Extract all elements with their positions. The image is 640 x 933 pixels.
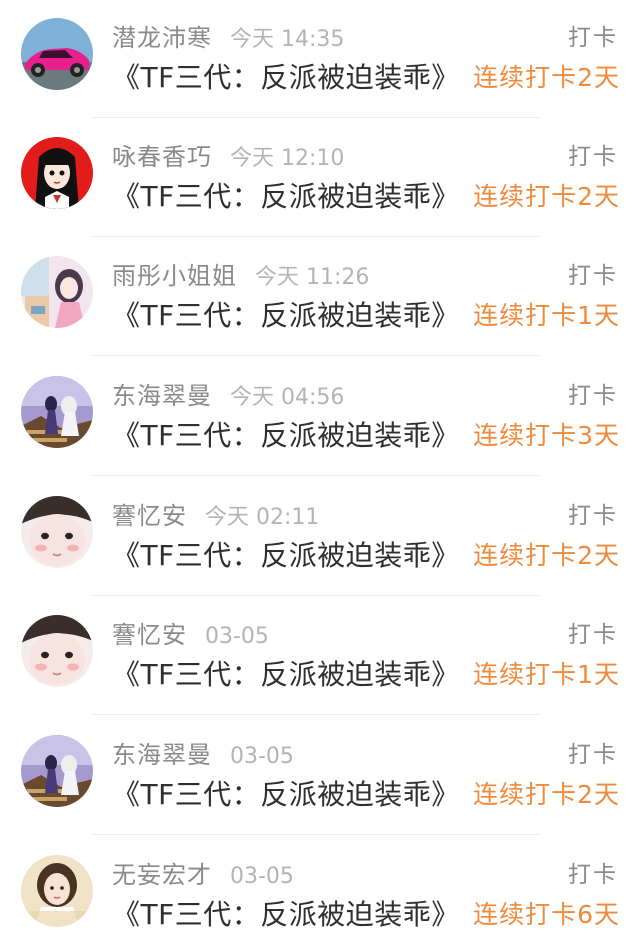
timestamp: 今天 12:10 <box>230 146 345 171</box>
streak-label: 连续打卡1天 <box>473 301 620 330</box>
action-label: 打卡 <box>568 25 618 51</box>
row-meta: 潜龙沛寒 今天 14:35 <box>112 18 344 54</box>
list-item[interactable]: 謇忆安 03-05 打卡 《TF三代：反派被迫装乖》 连续打卡1天 <box>0 597 640 717</box>
streak-label: 连续打卡2天 <box>473 182 620 211</box>
avatar[interactable] <box>21 137 93 209</box>
avatar[interactable] <box>21 256 93 328</box>
timestamp: 03-05 <box>230 744 294 769</box>
row-meta: 謇忆安 今天 02:11 <box>112 496 319 532</box>
topic-title[interactable]: 《TF三代：反派被迫装乖》 <box>112 175 460 215</box>
list-item[interactable]: 潜龙沛寒 今天 14:35 打卡 《TF三代：反派被迫装乖》 连续打卡2天 <box>0 0 640 120</box>
action-label: 打卡 <box>568 503 618 529</box>
row-meta: 东海翠曼 今天 04:56 <box>112 376 344 412</box>
topic-title[interactable]: 《TF三代：反派被迫装乖》 <box>112 294 460 334</box>
username[interactable]: 东海翠曼 <box>112 735 212 770</box>
streak-label: 连续打卡2天 <box>473 541 620 570</box>
topic-title[interactable]: 《TF三代：反派被迫装乖》 <box>112 773 460 813</box>
avatar[interactable] <box>21 496 93 568</box>
username[interactable]: 无妄宏才 <box>112 855 212 890</box>
divider <box>90 117 540 118</box>
username[interactable]: 謇忆安 <box>112 496 187 531</box>
timestamp: 今天 14:35 <box>230 27 345 52</box>
topic-title[interactable]: 《TF三代：反派被迫装乖》 <box>112 653 460 693</box>
checkin-list: 潜龙沛寒 今天 14:35 打卡 《TF三代：反派被迫装乖》 连续打卡2天 咏春… <box>0 0 640 933</box>
topic-title[interactable]: 《TF三代：反派被迫装乖》 <box>112 893 460 933</box>
divider <box>90 714 540 715</box>
avatar[interactable] <box>21 615 93 687</box>
action-label: 打卡 <box>568 622 618 648</box>
list-item[interactable]: 雨彤小姐姐 今天 11:26 打卡 《TF三代：反派被迫装乖》 连续打卡1天 <box>0 238 640 358</box>
action-label: 打卡 <box>568 144 618 170</box>
streak-label: 连续打卡1天 <box>473 660 620 689</box>
streak-label: 连续打卡6天 <box>473 900 620 929</box>
avatar[interactable] <box>21 855 93 927</box>
divider <box>90 595 540 596</box>
row-meta: 东海翠曼 03-05 <box>112 735 294 771</box>
action-label: 打卡 <box>568 862 618 888</box>
streak-label: 连续打卡2天 <box>473 63 620 92</box>
avatar[interactable] <box>21 735 93 807</box>
timestamp: 今天 11:26 <box>255 265 370 290</box>
username[interactable]: 潜龙沛寒 <box>112 18 212 53</box>
row-meta: 謇忆安 03-05 <box>112 615 269 651</box>
action-label: 打卡 <box>568 263 618 289</box>
divider <box>90 475 540 476</box>
list-item[interactable]: 东海翠曼 今天 04:56 打卡 《TF三代：反派被迫装乖》 连续打卡3天 <box>0 358 640 478</box>
timestamp: 03-05 <box>230 864 294 889</box>
streak-label: 连续打卡2天 <box>473 780 620 809</box>
timestamp: 今天 02:11 <box>205 505 320 530</box>
avatar[interactable] <box>21 18 93 90</box>
list-item[interactable]: 东海翠曼 03-05 打卡 《TF三代：反派被迫装乖》 连续打卡2天 <box>0 717 640 837</box>
topic-title[interactable]: 《TF三代：反派被迫装乖》 <box>112 414 460 454</box>
divider <box>90 355 540 356</box>
username[interactable]: 东海翠曼 <box>112 376 212 411</box>
list-item[interactable]: 謇忆安 今天 02:11 打卡 《TF三代：反派被迫装乖》 连续打卡2天 <box>0 478 640 598</box>
streak-label: 连续打卡3天 <box>473 421 620 450</box>
row-meta: 咏春香巧 今天 12:10 <box>112 137 344 173</box>
username[interactable]: 謇忆安 <box>112 615 187 650</box>
row-meta: 雨彤小姐姐 今天 11:26 <box>112 256 369 292</box>
divider <box>90 834 540 835</box>
action-label: 打卡 <box>568 383 618 409</box>
timestamp: 03-05 <box>205 624 269 649</box>
divider <box>90 236 540 237</box>
topic-title[interactable]: 《TF三代：反派被迫装乖》 <box>112 534 460 574</box>
timestamp: 今天 04:56 <box>230 385 345 410</box>
action-label: 打卡 <box>568 742 618 768</box>
list-item[interactable]: 咏春香巧 今天 12:10 打卡 《TF三代：反派被迫装乖》 连续打卡2天 <box>0 119 640 239</box>
avatar[interactable] <box>21 376 93 448</box>
list-item[interactable]: 无妄宏才 03-05 打卡 《TF三代：反派被迫装乖》 连续打卡6天 <box>0 837 640 933</box>
username[interactable]: 雨彤小姐姐 <box>112 256 237 291</box>
topic-title[interactable]: 《TF三代：反派被迫装乖》 <box>112 56 460 96</box>
row-meta: 无妄宏才 03-05 <box>112 855 294 891</box>
username[interactable]: 咏春香巧 <box>112 137 212 172</box>
